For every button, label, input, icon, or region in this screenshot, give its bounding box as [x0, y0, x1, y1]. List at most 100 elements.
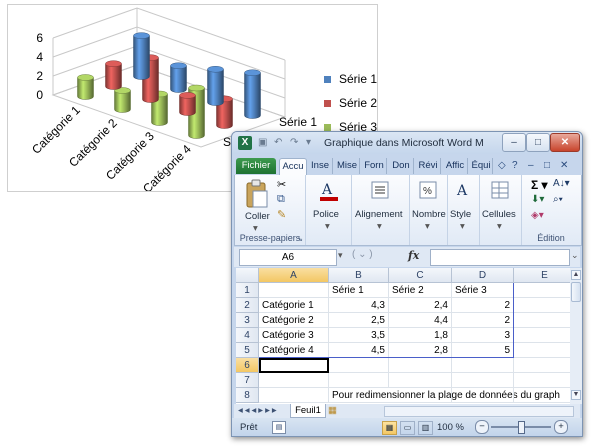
alignment-dropdown-icon[interactable]: ▾	[377, 221, 382, 232]
cell-b7[interactable]	[329, 373, 389, 388]
sheet-nav-icon[interactable]: ◂◂◂▸▸▸	[238, 405, 279, 416]
row-header-6[interactable]: 6	[236, 358, 259, 373]
row-header-8[interactable]: 8	[236, 388, 259, 403]
cells-dropdown-icon[interactable]: ▾	[497, 221, 502, 232]
number-label[interactable]: Nombre	[412, 209, 446, 220]
column-header-b[interactable]: B	[329, 268, 389, 283]
cell-a6[interactable]	[259, 358, 329, 373]
number-dropdown-icon[interactable]: ▾	[425, 221, 430, 232]
column-header-a[interactable]: A	[259, 268, 329, 283]
cell-d5[interactable]: 5	[452, 343, 514, 358]
alignment-icon[interactable]	[371, 181, 389, 199]
cell-b6[interactable]	[329, 358, 389, 373]
cell-d1[interactable]: Série 3	[452, 283, 514, 298]
tab-formules[interactable]: Forn	[362, 158, 387, 174]
help-icon[interactable]: ?	[512, 160, 518, 171]
font-label[interactable]: Police	[313, 209, 339, 220]
cell-e6[interactable]	[514, 358, 570, 373]
worksheet-grid[interactable]: A B C D E 1 Série 1 Série 2 Série 3 2 Catégorie 14…	[236, 268, 570, 404]
tab-revision[interactable]: Révi	[416, 158, 441, 174]
cell-c2[interactable]: 2,4	[389, 298, 452, 313]
cell-b1[interactable]: Série 1	[329, 283, 389, 298]
tab-accueil[interactable]: Accu	[279, 158, 307, 175]
name-box[interactable]: A6	[239, 249, 337, 266]
formula-input[interactable]	[430, 249, 570, 266]
qat-dropdown-icon[interactable]: ▾	[306, 137, 311, 148]
column-header-c[interactable]: C	[389, 268, 452, 283]
row-header-4[interactable]: 4	[236, 328, 259, 343]
clear-icon[interactable]: ◈▾	[531, 210, 544, 221]
style-dropdown-icon[interactable]: ▾	[460, 221, 465, 232]
cell-c3[interactable]: 4,4	[389, 313, 452, 328]
insert-function-icon[interactable]: fx	[408, 249, 419, 262]
cell-e5[interactable]	[514, 343, 570, 358]
cell-b8[interactable]: Pour redimensionner la plage de données …	[329, 388, 560, 403]
zoom-slider-thumb[interactable]	[518, 421, 525, 434]
scroll-thumb[interactable]	[571, 282, 581, 302]
style-icon[interactable]: A	[454, 181, 472, 199]
autosum-icon[interactable]: Σ ▾	[531, 178, 548, 192]
normal-view-icon[interactable]: ▦	[382, 421, 397, 435]
tab-equipe[interactable]: Équi	[470, 158, 493, 174]
cell-c6[interactable]	[389, 358, 452, 373]
cell-a3[interactable]: Catégorie 2	[259, 313, 329, 328]
cell-e8[interactable]	[514, 388, 570, 403]
cell-a5[interactable]: Catégorie 4	[259, 343, 329, 358]
column-header-e[interactable]: E	[514, 268, 570, 283]
row-header-5[interactable]: 5	[236, 343, 259, 358]
page-break-view-icon[interactable]: ▥	[418, 421, 433, 435]
cell-b2[interactable]: 4,3	[329, 298, 389, 313]
page-layout-view-icon[interactable]: ▭	[400, 421, 415, 435]
cell-d4[interactable]: 3	[452, 328, 514, 343]
cell-e3[interactable]	[514, 313, 570, 328]
cell-d8[interactable]	[452, 388, 514, 403]
font-dropdown-icon[interactable]: ▾	[325, 221, 330, 232]
cells-icon[interactable]	[491, 181, 509, 199]
cell-a2[interactable]: Catégorie 1	[259, 298, 329, 313]
zoom-level[interactable]: 100 %	[437, 422, 464, 433]
zoom-out-button[interactable]: −	[475, 420, 489, 434]
cell-c4[interactable]: 1,8	[389, 328, 452, 343]
tab-insertion[interactable]: Inse	[308, 158, 333, 174]
scroll-up-icon[interactable]: ▲	[571, 270, 581, 280]
vertical-scrollbar[interactable]: ▲ ▼	[570, 268, 582, 404]
excel-app-icon[interactable]: X	[238, 136, 252, 150]
number-icon[interactable]: %	[419, 181, 437, 199]
column-header-d[interactable]: D	[452, 268, 514, 283]
close-button[interactable]: ✕	[550, 133, 580, 152]
paste-icon[interactable]	[245, 179, 269, 209]
cut-icon[interactable]: ✂	[277, 178, 286, 191]
cells-label[interactable]: Cellules	[482, 209, 516, 220]
select-all-corner[interactable]	[236, 268, 259, 283]
style-label[interactable]: Style	[450, 209, 471, 220]
undo-icon[interactable]: ↶	[274, 137, 282, 148]
tab-affichage[interactable]: Affic	[443, 158, 468, 174]
row-header-7[interactable]: 7	[236, 373, 259, 388]
copy-icon[interactable]: ⧉	[277, 193, 285, 206]
cell-a4[interactable]: Catégorie 3	[259, 328, 329, 343]
minimize-ribbon-icon[interactable]: ◇	[498, 160, 506, 171]
row-header-2[interactable]: 2	[236, 298, 259, 313]
zoom-in-button[interactable]: +	[554, 420, 568, 434]
alignment-label[interactable]: Alignement	[355, 209, 403, 220]
cell-c7[interactable]	[389, 373, 452, 388]
paste-label[interactable]: Coller	[245, 211, 270, 222]
cell-e4[interactable]	[514, 328, 570, 343]
formula-collapse-icon[interactable]: ( ⌄ )	[352, 249, 373, 260]
insert-sheet-icon[interactable]: ▦	[328, 405, 337, 416]
expand-formula-icon[interactable]: ⌄	[571, 250, 579, 261]
cell-e7[interactable]	[514, 373, 570, 388]
cell-b5[interactable]: 4,5	[329, 343, 389, 358]
name-box-dropdown-icon[interactable]: ▾	[338, 250, 343, 261]
fill-icon[interactable]: ⬇▾	[531, 194, 544, 205]
font-icon[interactable]: A	[319, 180, 339, 202]
doc-close-icon[interactable]: ✕	[560, 160, 568, 171]
doc-restore-icon[interactable]: □	[544, 160, 550, 171]
find-select-icon[interactable]: ⌕▾	[553, 194, 563, 205]
cell-d7[interactable]	[452, 373, 514, 388]
macro-record-icon[interactable]: ▤	[272, 421, 286, 434]
format-painter-icon[interactable]: ✎	[277, 208, 286, 221]
tab-donnees[interactable]: Don	[389, 158, 414, 174]
cell-d6[interactable]	[452, 358, 514, 373]
cell-a7[interactable]	[259, 373, 329, 388]
